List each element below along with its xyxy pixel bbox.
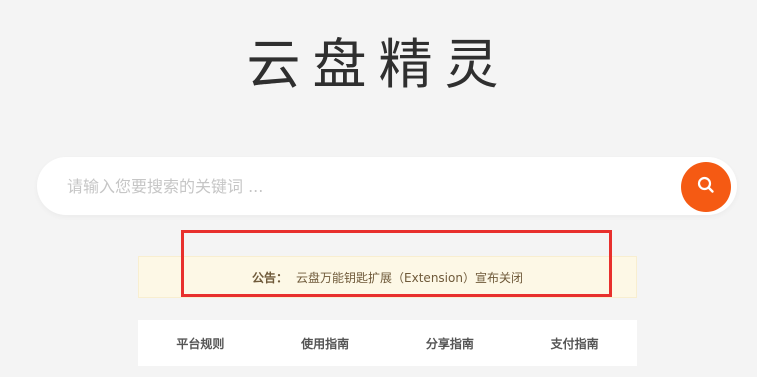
nav-item-usage-guide[interactable]: 使用指南 bbox=[263, 320, 388, 366]
search-input[interactable] bbox=[67, 157, 667, 215]
announcement-bar: 公告： 云盘万能钥匙扩展（Extension）宣布关闭 bbox=[138, 256, 637, 298]
search-button[interactable] bbox=[681, 162, 731, 212]
nav-item-platform-rules[interactable]: 平台规则 bbox=[138, 320, 263, 366]
nav-item-sharing-guide[interactable]: 分享指南 bbox=[388, 320, 513, 366]
announcement-link[interactable]: 云盘万能钥匙扩展（Extension）宣布关闭 bbox=[296, 269, 523, 286]
search-icon bbox=[696, 175, 716, 199]
guide-nav: 平台规则 使用指南 分享指南 支付指南 bbox=[138, 320, 637, 366]
announcement-label: 公告： bbox=[252, 270, 289, 285]
nav-item-payment-guide[interactable]: 支付指南 bbox=[512, 320, 637, 366]
site-logo: 云盘精灵 bbox=[246, 33, 511, 96]
search-box bbox=[37, 157, 737, 215]
